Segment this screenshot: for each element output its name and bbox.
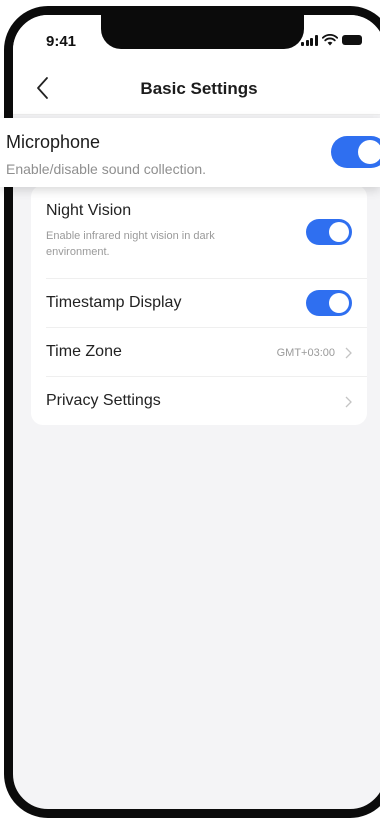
- toggle-knob: [329, 293, 349, 313]
- timestamp-display-row: Timestamp Display: [31, 279, 367, 327]
- signal-icon: [301, 34, 318, 46]
- night-vision-row: Night Vision Enable infrared night visio…: [31, 185, 367, 278]
- microphone-description: Enable/disable sound collection.: [6, 161, 207, 177]
- time-zone-row[interactable]: Time Zone GMT+03:00: [31, 328, 367, 376]
- microphone-row: Microphone Enable/disable sound collecti…: [0, 118, 380, 187]
- timestamp-display-toggle[interactable]: [306, 290, 352, 316]
- timestamp-display-label: Timestamp Display: [46, 294, 182, 311]
- chevron-right-icon: [345, 396, 352, 408]
- privacy-settings-label: Privacy Settings: [46, 392, 161, 409]
- notch: [101, 15, 304, 49]
- night-vision-label: Night Vision: [46, 202, 132, 219]
- night-vision-description: Enable infrared night vision in dark env…: [46, 230, 215, 258]
- privacy-settings-row[interactable]: Privacy Settings: [31, 377, 367, 425]
- status-time: 9:41: [46, 33, 77, 50]
- time-zone-value: GMT+03:00: [276, 347, 335, 359]
- nav-bar: Basic Settings: [13, 59, 380, 115]
- toggle-knob: [329, 222, 349, 242]
- chevron-right-icon: [345, 347, 352, 359]
- page-title: Basic Settings: [140, 79, 258, 98]
- status-bar: 9:41: [13, 15, 380, 59]
- battery-icon: [341, 35, 362, 45]
- night-vision-toggle[interactable]: [306, 219, 352, 245]
- wifi-icon: [321, 34, 338, 46]
- time-zone-label: Time Zone: [46, 343, 122, 360]
- status-icons: [301, 33, 362, 47]
- microphone-label: Microphone: [6, 132, 101, 152]
- microphone-toggle[interactable]: [331, 136, 380, 168]
- settings-card: Night Vision Enable infrared night visio…: [31, 185, 367, 425]
- toggle-knob: [358, 140, 380, 164]
